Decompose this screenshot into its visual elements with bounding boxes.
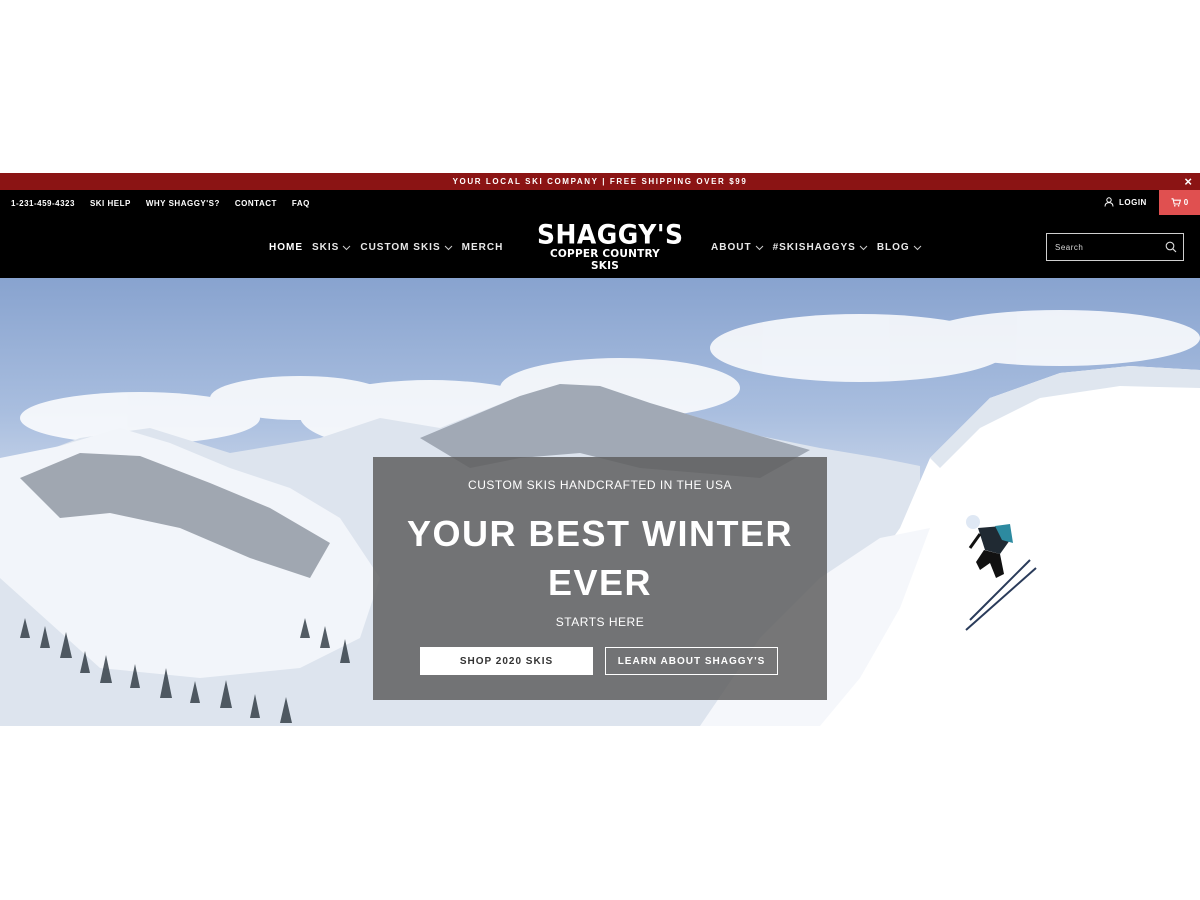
close-icon[interactable]: × <box>1184 174 1192 189</box>
chevron-down-icon <box>755 245 763 250</box>
site: YOUR LOCAL SKI COMPANY | FREE SHIPPING O… <box>0 173 1200 726</box>
nav-label: MERCH <box>461 242 504 253</box>
cart-count: 0 <box>1183 198 1189 207</box>
hero-title-line-1: YOUR BEST WINTER <box>406 513 793 554</box>
nav-label: HOME <box>269 242 303 253</box>
nav-item-custom-skis[interactable]: CUSTOM SKIS <box>360 242 452 253</box>
logo-sub-text: COPPER COUNTRY SKIS <box>550 248 660 272</box>
main-nav-left: HOME SKIS CUSTOM SKIS MERCH <box>269 242 503 253</box>
search-input[interactable] <box>1053 241 1165 253</box>
logo-main-text: SHAGGY'S <box>537 219 684 250</box>
contact-link[interactable]: CONTACT <box>235 198 277 210</box>
chevron-down-icon <box>342 245 351 250</box>
ski-help-link[interactable]: SKI HELP <box>90 198 131 210</box>
site-header: 1-231-459-4323 SKI HELP WHY SHAGGY'S? CO… <box>0 190 1200 278</box>
phone-link[interactable]: 1-231-459-4323 <box>11 198 75 210</box>
why-shaggys-link[interactable]: WHY SHAGGY'S? <box>146 198 220 210</box>
hero-subtitle: STARTS HERE <box>555 615 645 629</box>
chevron-down-icon <box>913 245 922 250</box>
hero-banner: CUSTOM SKIS HANDCRAFTED IN THE USA YOUR … <box>0 278 1200 726</box>
announcement-text: YOUR LOCAL SKI COMPANY | FREE SHIPPING O… <box>452 177 748 186</box>
site-logo[interactable]: SHAGGY'S COPPER COUNTRY SKIS <box>537 219 684 272</box>
hero-pretitle: CUSTOM SKIS HANDCRAFTED IN THE USA <box>468 478 732 492</box>
chevron-down-icon <box>444 245 452 250</box>
nav-label: CUSTOM SKIS <box>360 242 441 253</box>
main-nav-right: ABOUT #SKISHAGGYS BLOG <box>711 242 922 253</box>
user-icon <box>1104 197 1114 207</box>
learn-about-button[interactable]: LEARN ABOUT SHAGGY'S <box>605 647 778 675</box>
nav-item-merch[interactable]: MERCH <box>462 242 504 253</box>
search-box <box>1046 233 1184 261</box>
search-icon[interactable] <box>1165 241 1177 253</box>
login-link[interactable]: LOGIN <box>1104 197 1147 207</box>
nav-item-about[interactable]: ABOUT <box>711 242 764 253</box>
nav-label: SKIS <box>312 242 340 253</box>
cart-icon <box>1171 198 1181 207</box>
utility-nav: 1-231-459-4323 SKI HELP WHY SHAGGY'S? CO… <box>11 198 310 210</box>
cart-button[interactable]: 0 <box>1159 190 1200 215</box>
hero-overlay: CUSTOM SKIS HANDCRAFTED IN THE USA YOUR … <box>373 457 827 700</box>
announcement-bar: YOUR LOCAL SKI COMPANY | FREE SHIPPING O… <box>0 173 1200 190</box>
nav-label: #SKISHAGGYS <box>772 242 856 253</box>
nav-item-skishaggys[interactable]: #SKISHAGGYS <box>773 242 868 253</box>
nav-label: BLOG <box>876 242 910 253</box>
faq-link[interactable]: FAQ <box>292 198 310 210</box>
nav-label: ABOUT <box>711 242 752 253</box>
hero-title-line-2: EVER <box>547 562 653 603</box>
nav-item-blog[interactable]: BLOG <box>877 242 922 253</box>
nav-item-home[interactable]: HOME <box>269 242 303 253</box>
nav-item-skis[interactable]: SKIS <box>312 242 351 253</box>
hero-title: YOUR BEST WINTER EVER <box>373 509 827 607</box>
shop-skis-button[interactable]: SHOP 2020 SKIS <box>420 647 593 675</box>
login-label: LOGIN <box>1119 197 1147 207</box>
chevron-down-icon <box>859 245 868 250</box>
